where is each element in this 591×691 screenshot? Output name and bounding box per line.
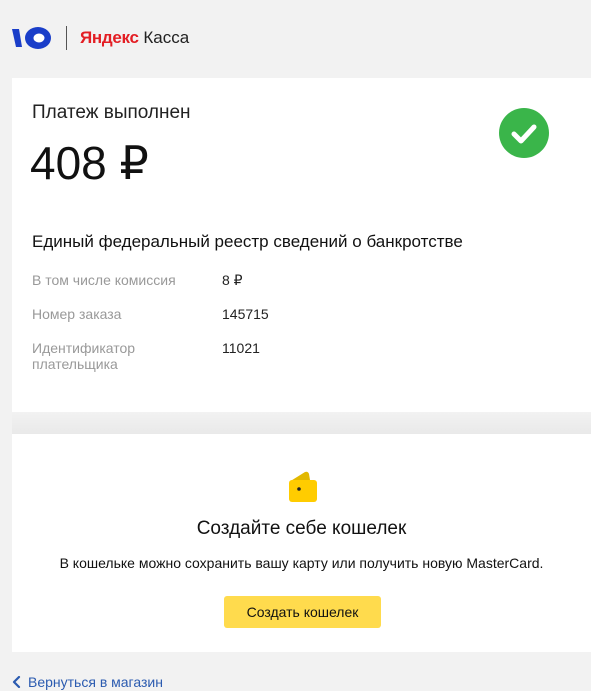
payment-amount: 408 ₽ <box>30 137 149 189</box>
brand-name-kassa: Касса <box>143 28 190 47</box>
logo-divider <box>66 26 67 50</box>
yookassa-logo-icon <box>12 27 51 49</box>
header: Яндекс Касса <box>0 0 591 76</box>
payment-card: Платеж выполнен 408 ₽ Единый федеральный… <box>12 78 591 412</box>
detail-label: В том числе комиссия <box>32 272 176 288</box>
detail-value: 11021 <box>222 340 260 356</box>
create-wallet-button[interactable]: Создать кошелек <box>224 596 381 628</box>
merchant-name: Единый федеральный реестр сведений о бан… <box>32 232 463 251</box>
back-to-store-link[interactable]: Вернуться в магазин <box>12 672 163 691</box>
section-divider <box>12 412 591 434</box>
back-to-store-label: Вернуться в магазин <box>28 673 163 690</box>
payment-success-page: Яндекс Касса Платеж выполнен 408 ₽ Едины… <box>0 0 591 691</box>
detail-label: Номер заказа <box>32 306 122 322</box>
brand-name: Яндекс Касса <box>80 28 189 48</box>
detail-value: 8 ₽ <box>222 272 243 288</box>
payment-status: Платеж выполнен <box>32 102 191 123</box>
wallet-title: Создайте себе кошелек <box>196 518 407 539</box>
check-circle-icon <box>499 108 549 158</box>
detail-label: Идентификатор плательщика <box>32 340 136 372</box>
wallet-description: В кошельке можно сохранить вашу карту ил… <box>59 555 544 571</box>
chevron-left-icon <box>12 675 21 688</box>
brand-name-yandex: Яндекс <box>80 28 139 47</box>
wallet-icon <box>289 471 317 502</box>
detail-value: 145715 <box>222 306 269 322</box>
wallet-promo-card: Создайте себе кошелек В кошельке можно с… <box>12 434 591 652</box>
